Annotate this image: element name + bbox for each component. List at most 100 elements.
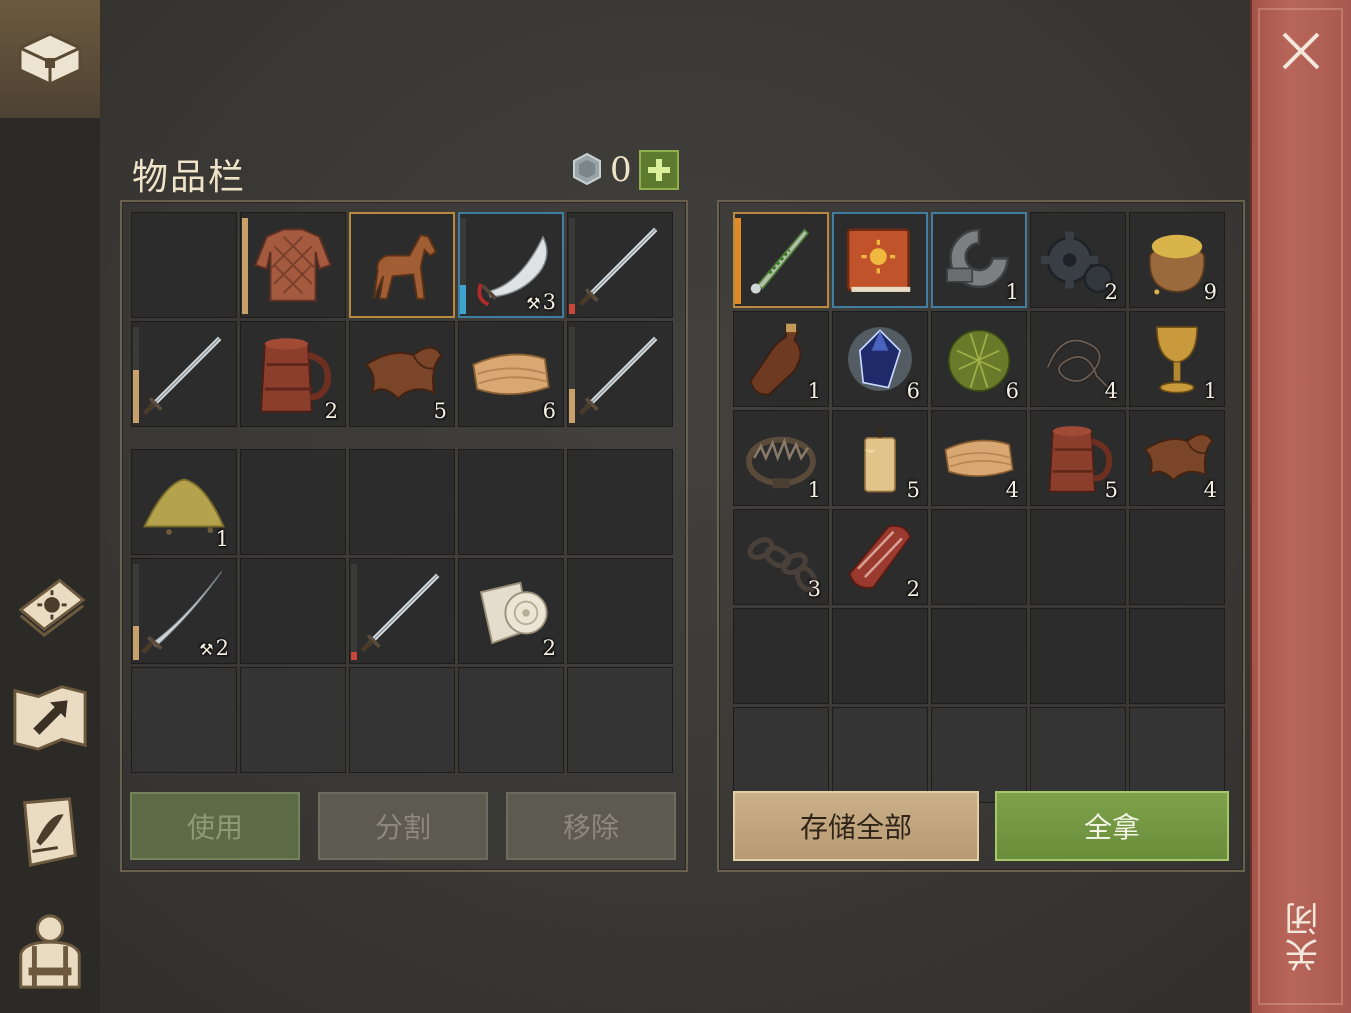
durability-bar: [133, 564, 139, 660]
sidebar-journal-button[interactable]: [10, 560, 90, 640]
item-quantity: 1: [1005, 280, 1019, 304]
equipped-slot[interactable]: 6: [458, 321, 564, 427]
storage-slot-empty[interactable]: [832, 608, 928, 704]
item-quantity: 2: [1104, 280, 1118, 304]
durability-bar: [242, 218, 248, 314]
storage-slot[interactable]: 6: [931, 311, 1027, 407]
storage-slot[interactable]: 1: [1129, 311, 1225, 407]
storage-slot[interactable]: 9: [1129, 212, 1225, 308]
item-quantity: 1: [215, 527, 229, 551]
take-all-button[interactable]: 全拿: [995, 791, 1229, 861]
equipped-slot[interactable]: [131, 321, 237, 427]
backpack-slot[interactable]: [349, 558, 455, 664]
upgrade-level: 2: [215, 636, 229, 660]
storage-slot[interactable]: 5: [832, 410, 928, 506]
backpack-slot-locked: [567, 667, 673, 773]
backpack-grid: 1 ⚒2 2: [131, 449, 673, 773]
backpack-slot[interactable]: ⚒2: [131, 558, 237, 664]
storage-slot-locked: [1030, 707, 1126, 803]
sidebar-crafting-button[interactable]: [10, 676, 90, 756]
durability-bar: [351, 564, 357, 660]
upgrade-badge: ⚒2: [199, 636, 229, 660]
item-quantity: 6: [1005, 379, 1019, 403]
durability-fill: [569, 304, 575, 314]
storage-slot-empty[interactable]: [733, 608, 829, 704]
horse-icon: [372, 233, 438, 300]
poisoned-dagger-icon: [750, 228, 810, 294]
sun-book-icon: [18, 578, 86, 637]
store-all-button[interactable]: 存储全部: [733, 791, 979, 861]
storage-slot-empty[interactable]: [931, 509, 1027, 605]
upgrade-icon: ⚒: [526, 294, 541, 313]
backpack-slot-empty[interactable]: [240, 558, 346, 664]
backpack-slot-locked: [131, 667, 237, 773]
storage-slot[interactable]: 2: [1030, 212, 1126, 308]
equipped-slot[interactable]: ⚒3: [458, 212, 564, 318]
close-panel[interactable]: 关闭: [1250, 0, 1351, 1013]
backpack-slot[interactable]: 2: [458, 558, 564, 664]
backpack-slot-empty[interactable]: [567, 449, 673, 555]
item-quantity: 1: [1203, 379, 1217, 403]
close-label[interactable]: 关闭: [1280, 900, 1325, 972]
add-currency-button[interactable]: [639, 150, 679, 190]
durability-fill: [242, 218, 248, 314]
backpack-slot-empty[interactable]: [567, 558, 673, 664]
storage-slot[interactable]: 4: [931, 410, 1027, 506]
plus-icon: [648, 159, 670, 181]
durability-bar: [569, 218, 575, 314]
equipped-slot[interactable]: 5: [349, 321, 455, 427]
durability-fill: [351, 652, 357, 660]
durability-fill: [133, 626, 139, 660]
durability-fill: [460, 285, 466, 314]
storage-slot[interactable]: 4: [1030, 311, 1126, 407]
backpack-slot-empty[interactable]: [458, 449, 564, 555]
upgrade-badge: ⚒3: [526, 290, 556, 314]
storage-slot[interactable]: [832, 212, 928, 308]
backpack-slot-empty[interactable]: [240, 449, 346, 555]
item-quantity: 2: [542, 636, 556, 660]
storage-slot-locked: [832, 707, 928, 803]
storage-slot-locked: [1129, 707, 1225, 803]
backpack-slot-empty[interactable]: [349, 449, 455, 555]
equipped-slot[interactable]: [567, 321, 673, 427]
storage-slot-locked: [733, 707, 829, 803]
split-button[interactable]: 分割: [318, 792, 488, 860]
item-quantity: 1: [807, 478, 821, 502]
storage-slot[interactable]: 1: [931, 212, 1027, 308]
storage-slot[interactable]: 1: [733, 410, 829, 506]
equipped-slot[interactable]: [240, 212, 346, 318]
storage-slot[interactable]: 4: [1129, 410, 1225, 506]
equipped-grid: ⚒3 2 5 6: [131, 212, 673, 427]
storage-slot-empty[interactable]: [931, 608, 1027, 704]
item-quantity: 5: [906, 478, 920, 502]
storage-slot-empty[interactable]: [1129, 509, 1225, 605]
item-quantity: 4: [1104, 379, 1118, 403]
inventory-tab[interactable]: [0, 0, 102, 118]
storage-slot[interactable]: [733, 212, 829, 308]
durability-fill: [569, 389, 575, 423]
equipped-slot[interactable]: 2: [240, 321, 346, 427]
equipped-slot-empty[interactable]: [131, 212, 237, 318]
remove-button[interactable]: 移除: [506, 792, 676, 860]
storage-slot-empty[interactable]: [1030, 608, 1126, 704]
storage-slot[interactable]: 3: [733, 509, 829, 605]
currency-value: 0: [610, 150, 632, 190]
storage-slot[interactable]: 5: [1030, 410, 1126, 506]
sidebar-quests-button[interactable]: [10, 792, 90, 872]
item-quantity: 3: [807, 577, 821, 601]
equipped-slot[interactable]: [567, 212, 673, 318]
backpack-slot[interactable]: 1: [131, 449, 237, 555]
durability-fill: [133, 370, 139, 423]
sidebar-character-button[interactable]: [10, 910, 90, 990]
storage-slot[interactable]: 1: [733, 311, 829, 407]
storage-slot-empty[interactable]: [1030, 509, 1126, 605]
use-button[interactable]: 使用: [130, 792, 300, 860]
storage-slot[interactable]: 6: [832, 311, 928, 407]
equipped-slot[interactable]: [349, 212, 455, 318]
item-quantity: 1: [807, 379, 821, 403]
close-icon[interactable]: [1276, 26, 1326, 76]
upgrade-icon: ⚒: [199, 640, 214, 659]
storage-slot-empty[interactable]: [1129, 608, 1225, 704]
silver-coin-icon: [573, 152, 601, 186]
storage-slot[interactable]: 2: [832, 509, 928, 605]
